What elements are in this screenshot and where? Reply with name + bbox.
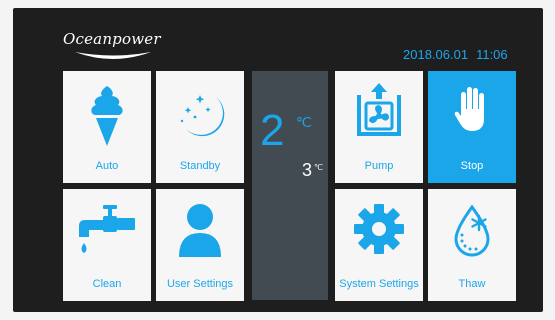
standby-button[interactable]: Standby — [156, 71, 244, 183]
user-icon — [179, 204, 221, 257]
stop-button[interactable]: Stop — [428, 71, 516, 183]
logo-swoosh-icon — [75, 52, 151, 59]
faucet-icon — [79, 205, 135, 253]
moon-stars-icon — [180, 95, 225, 137]
system-settings-label: System Settings — [339, 278, 419, 290]
main-temperature-unit: ℃ — [296, 114, 312, 130]
ice-cream-icon — [91, 86, 123, 146]
control-panel: Oceanpower 2018.06.01 11:06 Auto Standby … — [13, 8, 543, 312]
date-time-display: 2018.06.01 11:06 — [403, 47, 508, 62]
pump-button[interactable]: Pump — [335, 71, 423, 183]
auto-button[interactable]: Auto — [63, 71, 151, 183]
stop-label: Stop — [460, 160, 484, 172]
temperature-display: 2 ℃ 3 ℃ — [252, 71, 328, 300]
clean-button[interactable]: Clean — [63, 189, 151, 301]
secondary-temperature-unit: ℃ — [314, 163, 323, 172]
user-settings-label: User Settings — [166, 278, 234, 290]
brand-logo: Oceanpower — [63, 30, 173, 70]
time-text: 11:06 — [476, 47, 508, 62]
pump-label: Pump — [364, 160, 394, 172]
system-settings-button[interactable]: System Settings — [335, 189, 423, 301]
thaw-label: Thaw — [458, 278, 486, 290]
gear-icon — [354, 204, 404, 254]
clean-label: Clean — [92, 278, 122, 290]
main-temperature-value: 2 — [260, 106, 285, 155]
user-settings-button[interactable]: User Settings — [156, 189, 244, 301]
auto-label: Auto — [95, 160, 119, 172]
standby-label: Standby — [179, 160, 221, 172]
brand-name: Oceanpower — [63, 30, 161, 48]
thaw-drop-icon — [454, 204, 490, 257]
secondary-temperature-value: 3 — [302, 160, 313, 180]
date-text: 2018.06.01 — [403, 47, 469, 62]
hand-icon — [454, 87, 484, 131]
thaw-button[interactable]: Thaw — [428, 189, 516, 301]
fan-pump-icon — [357, 83, 401, 136]
